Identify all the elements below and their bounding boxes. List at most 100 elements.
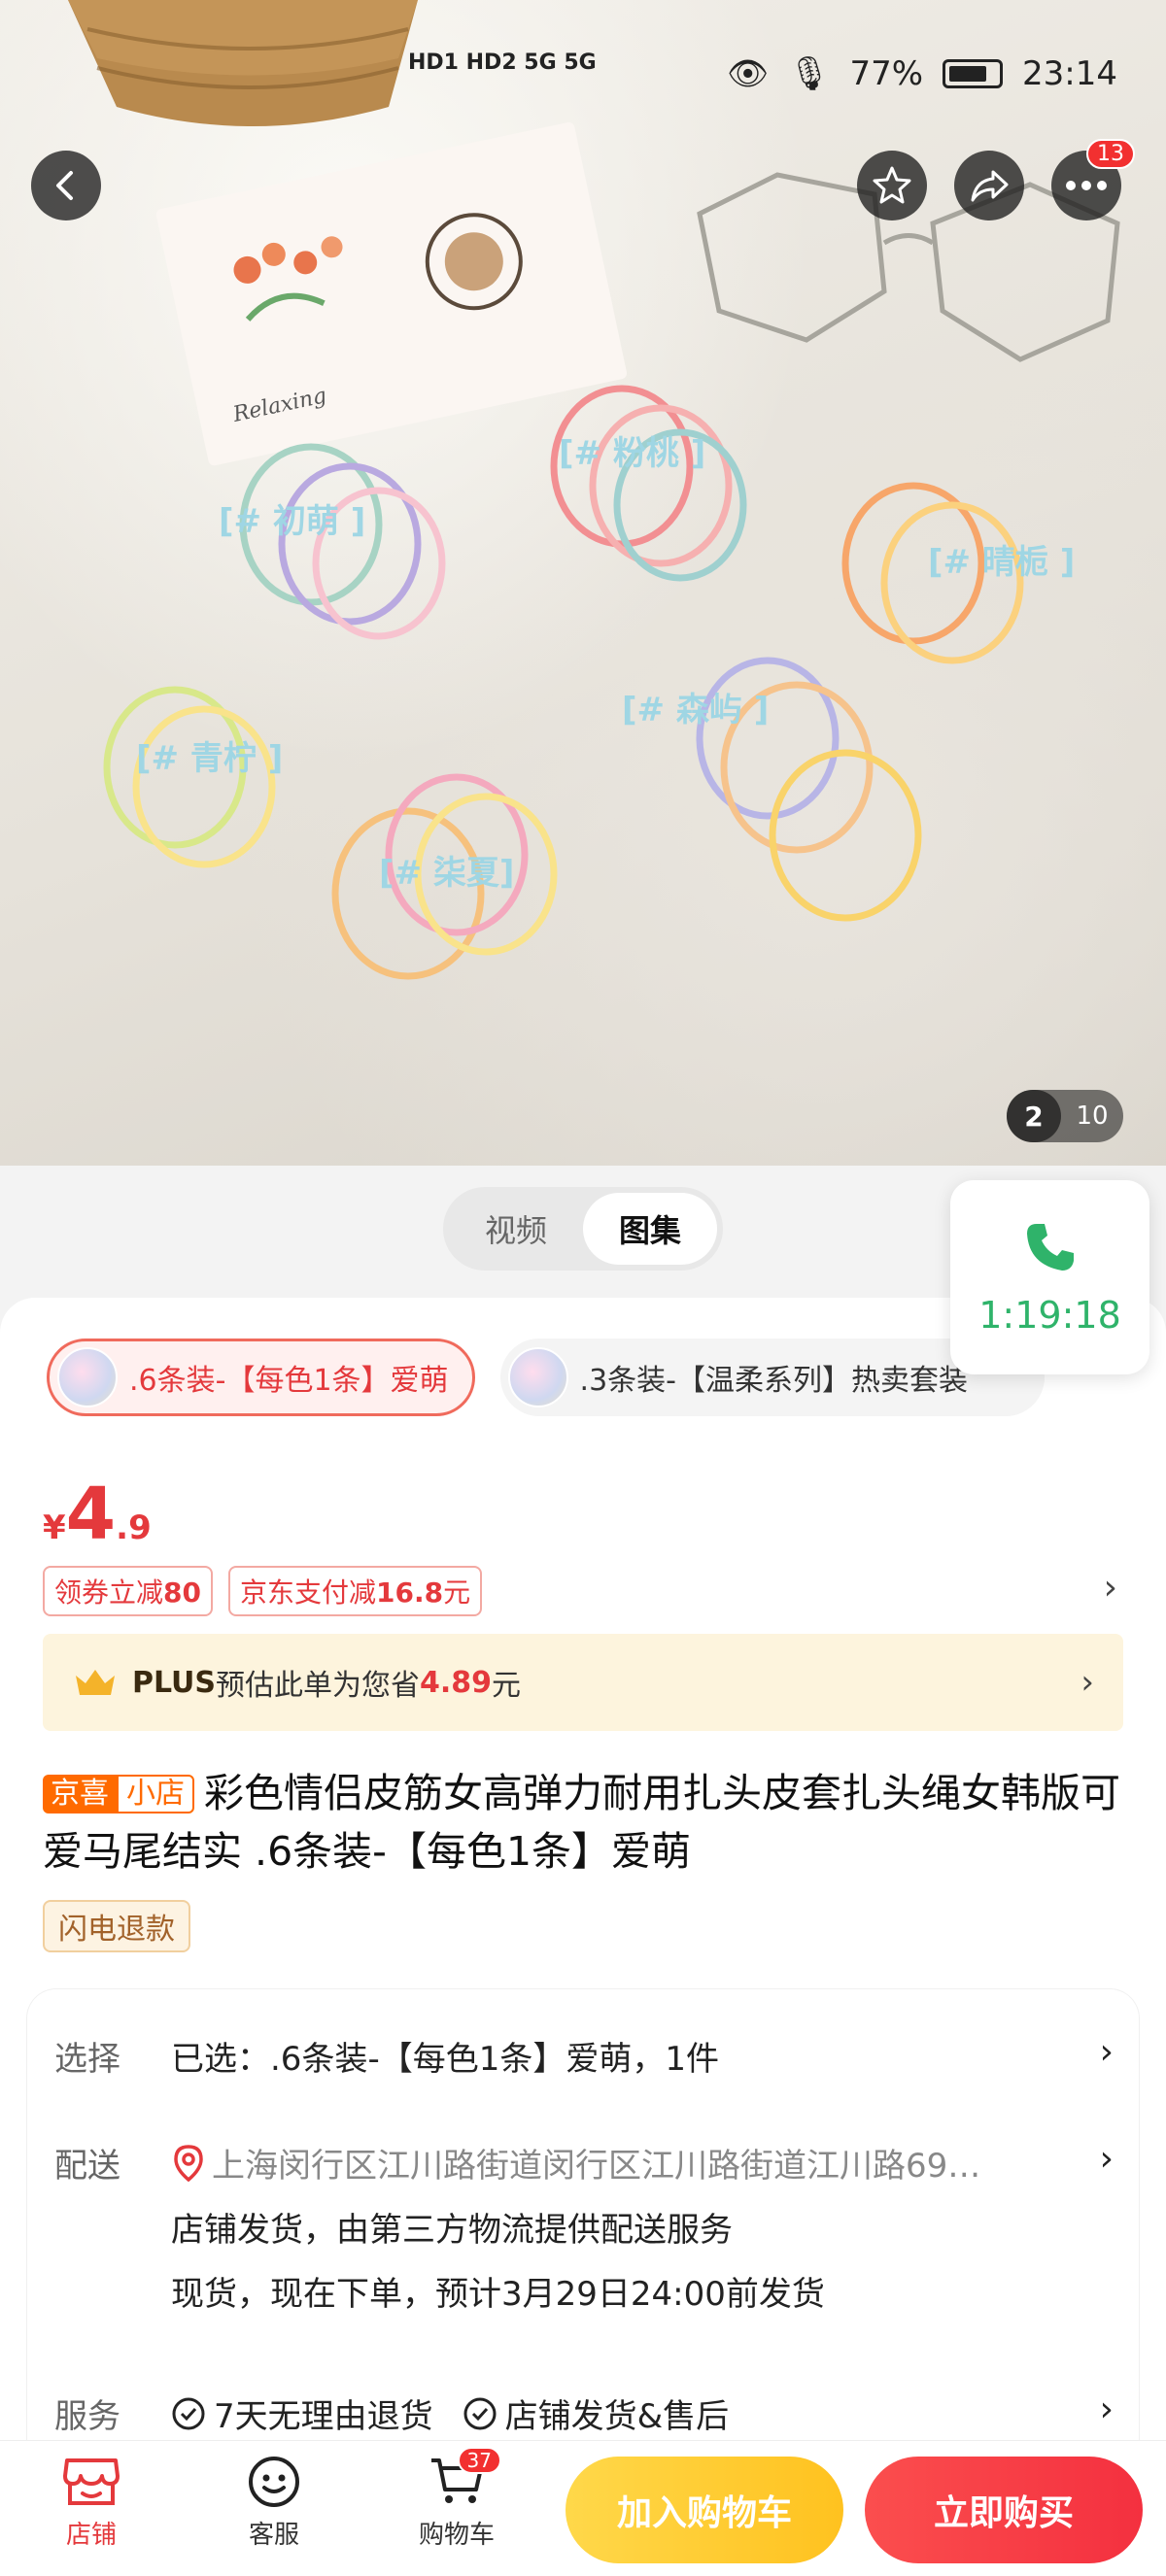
small-shop-tag: 小店 bbox=[117, 1775, 194, 1813]
check-circle-icon bbox=[172, 2397, 205, 2429]
plus-suffix: 元 bbox=[492, 1669, 522, 1703]
check-circle-icon bbox=[463, 2397, 497, 2429]
coupon-suffix: 元 bbox=[443, 1576, 471, 1609]
cart-label: 购物车 bbox=[418, 2521, 495, 2550]
select-value: 已选：.6条装-【每色1条】爱萌，1件 bbox=[171, 2040, 719, 2079]
select-label: 选择 bbox=[54, 2040, 120, 2079]
coupon-prefix: 领券立减 bbox=[54, 1576, 164, 1609]
star-icon bbox=[873, 166, 911, 204]
status-bar: HD1 HD2 5G 5G 👁 🎙 77% 23:14 bbox=[0, 51, 1166, 109]
label-qixia: [# 柒夏] bbox=[379, 854, 514, 893]
chevron-right-icon: › bbox=[1099, 2032, 1114, 2072]
label-senyu: [# 森屿 ] bbox=[622, 691, 769, 729]
favorite-button[interactable] bbox=[857, 151, 927, 220]
label-qingzhi: [# 晴栀 ] bbox=[928, 543, 1075, 582]
coupon-prefix: 京东支付减 bbox=[239, 1576, 376, 1609]
plus-amount: 4.89 bbox=[420, 1665, 493, 1700]
network-indicators: HD1 HD2 5G 5G bbox=[408, 51, 597, 75]
eye-icon: 👁 bbox=[727, 54, 770, 93]
service-text: 店铺发货&售后 bbox=[504, 2397, 730, 2436]
delivery-eta: 现货，现在下单，预计3月29日24:00前发货 bbox=[171, 2275, 825, 2314]
service-item: 店铺发货&售后 bbox=[463, 2390, 730, 2437]
buy-now-button[interactable]: 立即购买 bbox=[865, 2457, 1143, 2563]
product-title: 京喜 小店 彩色情侣皮筋女高弹力耐用扎头皮套扎头绳女韩版可爱马尾结实 .6条装-【每… bbox=[43, 1764, 1123, 1881]
signal-label-2: 5G bbox=[564, 51, 597, 75]
store-icon bbox=[63, 2458, 120, 2505]
chevron-right-icon: › bbox=[1099, 2390, 1114, 2429]
image-counter-current: 2 bbox=[1007, 1090, 1061, 1142]
system-indicators: 👁 🎙 77% 23:14 bbox=[727, 54, 1117, 93]
delivery-address: 上海闵行区江川路街道闵行区江川路街道江川路69… bbox=[171, 2139, 1026, 2186]
price: ¥ 4 .9 bbox=[43, 1473, 152, 1556]
share-button[interactable] bbox=[954, 151, 1024, 220]
cart-badge: 37 bbox=[457, 2447, 501, 2474]
hd-label: HD1 HD2 bbox=[408, 51, 517, 75]
tab-video[interactable]: 视频 bbox=[449, 1193, 583, 1265]
variant-option-selected[interactable]: .6条装-【每色1条】爱萌 bbox=[47, 1339, 475, 1416]
service-list: 7天无理由退货 店铺发货&售后 bbox=[171, 2390, 729, 2437]
price-decimal: .9 bbox=[116, 1508, 152, 1547]
shop-button[interactable]: 店铺 bbox=[33, 2455, 150, 2551]
label-chumeng: [# 初萌 ] bbox=[219, 502, 365, 541]
service-label: 服务 bbox=[54, 2397, 120, 2436]
price-currency: ¥ bbox=[43, 1508, 66, 1547]
crown-icon bbox=[76, 1670, 115, 1695]
service-label: 客服 bbox=[248, 2521, 299, 2550]
product-info-panel: .6条装-【每色1条】爱萌 .3条装-【温柔系列】热卖套装 ¥ 4 .9 领券立… bbox=[0, 1298, 1166, 2494]
add-to-cart-button[interactable]: 加入购物车 bbox=[566, 2457, 843, 2563]
coupon-tag[interactable]: 领券立减80 bbox=[43, 1566, 213, 1616]
label-fentao: [# 粉桃 ] bbox=[559, 434, 705, 473]
tab-gallery[interactable]: 图集 bbox=[583, 1193, 717, 1265]
more-badge: 13 bbox=[1086, 139, 1135, 169]
variant-selector: .6条装-【每色1条】爱萌 .3条装-【温柔系列】热卖套装 bbox=[47, 1339, 1045, 1416]
flash-refund-tag: 闪电退款 bbox=[43, 1900, 190, 1952]
payment-discount-tag[interactable]: 京东支付减16.8元 bbox=[227, 1566, 483, 1616]
phone-icon bbox=[1026, 1224, 1074, 1271]
coupon-amount: 80 bbox=[163, 1576, 201, 1609]
chevron-right-icon: › bbox=[1099, 2139, 1114, 2179]
chat-face-icon bbox=[249, 2457, 299, 2507]
customer-service-button[interactable]: 客服 bbox=[216, 2455, 332, 2551]
chevron-right-icon[interactable]: › bbox=[1104, 1568, 1117, 1608]
label-qingning: [# 青柠 ] bbox=[136, 739, 283, 778]
jingxi-tag: 京喜 bbox=[43, 1775, 117, 1813]
service-text: 7天无理由退货 bbox=[214, 2397, 433, 2436]
mic-icon: 🎙 bbox=[788, 54, 831, 93]
coupon-list[interactable]: 领券立减80 京东支付减16.8元 bbox=[43, 1566, 483, 1616]
product-title-text: 彩色情侣皮筋女高弹力耐用扎头皮套扎头绳女韩版可爱马尾结实 .6条装-【每色1条】… bbox=[43, 1770, 1120, 1875]
image-counter: 2 10 bbox=[1007, 1090, 1123, 1142]
back-button[interactable] bbox=[31, 151, 101, 220]
variant-thumbnail bbox=[57, 1347, 118, 1407]
chevron-right-icon: › bbox=[1080, 1663, 1094, 1702]
cart-button[interactable]: 37 购物车 bbox=[398, 2447, 515, 2551]
signal-label: 5G bbox=[524, 51, 557, 75]
delivery-address-text: 上海闵行区江川路街道闵行区江川路街道江川路69… bbox=[212, 2147, 981, 2186]
call-floating-widget[interactable]: 1:19:18 bbox=[950, 1180, 1149, 1374]
variant-label: .3条装-【温柔系列】热卖套装 bbox=[579, 1364, 968, 1398]
location-pin-icon bbox=[174, 2144, 203, 2182]
service-item: 7天无理由退货 bbox=[171, 2390, 433, 2437]
call-duration: 1:19:18 bbox=[978, 1294, 1121, 1337]
purchase-info-card: 选择 已选：.6条装-【每色1条】爱萌，1件 › 配送 上海闵行区江川路街道闵行… bbox=[27, 1989, 1139, 2494]
battery-percent: 77% bbox=[849, 54, 924, 93]
variant-thumbnail bbox=[507, 1347, 568, 1407]
variant-label: .6条装-【每色1条】爱萌 bbox=[129, 1364, 449, 1398]
share-icon bbox=[971, 170, 1009, 202]
media-tabs: 视频 图集 bbox=[443, 1187, 723, 1271]
price-integer: 4 bbox=[65, 1473, 117, 1556]
chevron-left-icon bbox=[56, 171, 73, 200]
more-dots-icon bbox=[1066, 181, 1107, 190]
plus-brand: PLUS bbox=[132, 1665, 217, 1700]
shop-label: 店铺 bbox=[65, 2521, 117, 2550]
delivery-method: 店铺发货，由第三方物流提供配送服务 bbox=[171, 2211, 733, 2250]
product-image-gallery[interactable]: Relaxing [# 初萌 ] [# 粉桃] [# 晴栀] [# 森屿]… bbox=[0, 0, 1166, 1166]
battery-icon bbox=[943, 59, 1004, 88]
bottom-action-bar: 店铺 客服 37 购物车 加入购物车 立即购买 bbox=[0, 2440, 1166, 2576]
more-button[interactable]: 13 bbox=[1051, 139, 1135, 220]
image-counter-total: 10 bbox=[1076, 1102, 1109, 1131]
coupon-amount: 16.8 bbox=[376, 1576, 444, 1609]
plus-text: 预估此单为您省 bbox=[216, 1669, 421, 1703]
clock: 23:14 bbox=[1022, 54, 1117, 93]
delivery-label: 配送 bbox=[54, 2147, 120, 2186]
plus-savings-bar[interactable]: PLUS 预估此单为您省 4.89 元 › bbox=[43, 1634, 1123, 1731]
